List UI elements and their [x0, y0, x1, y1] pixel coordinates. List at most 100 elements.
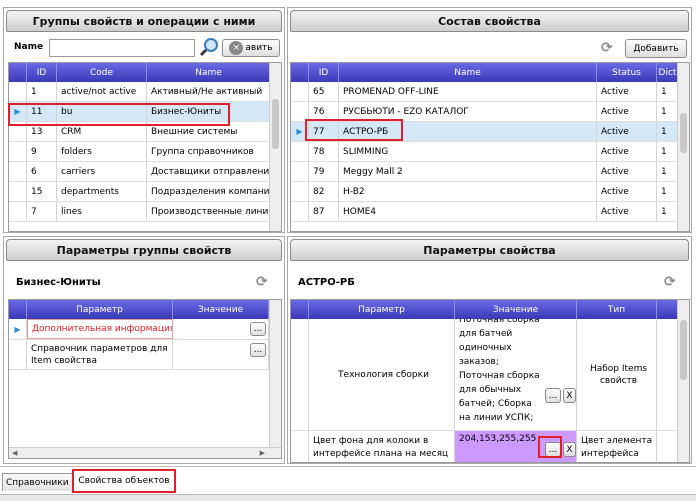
cell-name: Доставщики отправлений — [147, 162, 271, 181]
cell-status: Active — [597, 102, 657, 121]
refresh-icon[interactable]: ⟳ — [256, 274, 268, 290]
row-indicator-icon: ▶ — [291, 122, 309, 141]
refresh-icon[interactable]: ⟳ — [601, 40, 613, 56]
cell-status: Active — [597, 122, 657, 141]
property-composition-title: Состав свойства — [290, 10, 689, 32]
clear-value-button[interactable]: X — [563, 388, 576, 403]
param-name: Цвет фона для колоки в интерфейсе плана … — [309, 431, 455, 462]
table-row[interactable]: Технология сборки Поточная сборка для ба… — [291, 319, 689, 431]
indicator-header — [291, 300, 309, 319]
column-name[interactable]: Name — [339, 63, 597, 82]
table-row[interactable]: 1 active/not active Активный/Не активный — [9, 82, 281, 102]
param-name: Справочник параметров для Item свойства — [27, 340, 173, 369]
property-groups-panel: Группы свойств и операции с ними Name × … — [3, 7, 285, 233]
cell-id: 65 — [309, 82, 339, 101]
cell-dict: 1 — [657, 202, 679, 221]
table-row[interactable]: ▶ 77 АСТРО-РБ Active 1 — [291, 122, 689, 142]
cell-code: bu — [57, 102, 147, 121]
table-row[interactable]: 76 РУСБЬЮТИ - EZO КАТАЛОГ Active 1 — [291, 102, 689, 122]
cell-id: 7 — [27, 202, 57, 221]
param-name: Технология сборки — [309, 319, 455, 430]
cell-dict: 1 — [657, 162, 679, 181]
column-type[interactable]: Тип — [577, 300, 657, 319]
cell-id: 77 — [309, 122, 339, 141]
cell-code: carriers — [57, 162, 147, 181]
group-params-panel: Параметры группы свойств Бизнес-Юниты ⟳ … — [3, 236, 285, 464]
column-param[interactable]: Параметр — [27, 300, 173, 319]
row-indicator — [9, 202, 27, 221]
items-grid-header: ID Name Status Dict — [291, 63, 689, 82]
group-params-scrollbar[interactable] — [269, 300, 281, 447]
tab-references[interactable]: Справочники — [2, 473, 74, 491]
cell-status: Active — [597, 162, 657, 181]
groups-scrollbar[interactable] — [269, 63, 281, 231]
row-indicator — [291, 319, 309, 430]
cell-name: Производственные линии — [147, 202, 271, 221]
cell-dict: 1 — [657, 182, 679, 201]
edit-value-button[interactable]: ... — [250, 322, 266, 336]
cell-name: Подразделения компании — [147, 182, 271, 201]
edit-color-button[interactable]: ... — [545, 442, 561, 457]
table-row[interactable]: ▶ Дополнительная информация ... — [9, 319, 281, 340]
table-row[interactable]: 15 departments Подразделения компании — [9, 182, 281, 202]
column-dict[interactable]: Dict — [657, 63, 679, 82]
cell-name: Внешние системы — [147, 122, 271, 141]
indicator-header — [9, 300, 27, 319]
cell-code: active/not active — [57, 82, 147, 101]
column-status[interactable]: Status — [597, 63, 657, 82]
search-icon[interactable] — [199, 37, 220, 57]
tab-object-properties[interactable]: Свойства объектов — [72, 469, 176, 493]
param-value[interactable]: Поточная сборка для батчей одиночных зак… — [455, 319, 577, 430]
table-row[interactable]: 13 CRM Внешние системы — [9, 122, 281, 142]
indicator-header — [9, 63, 27, 82]
column-value[interactable]: Значение — [455, 300, 577, 319]
refresh-icon[interactable]: ⟳ — [664, 274, 676, 290]
column-id[interactable]: ID — [309, 63, 339, 82]
property-params-panel: Параметры свойства АСТРО-РБ ⟳ Параметр З… — [287, 236, 692, 464]
table-row[interactable]: 78 SLIMMING Active 1 — [291, 142, 689, 162]
column-id[interactable]: ID — [27, 63, 57, 82]
clear-color-button[interactable]: X — [563, 442, 576, 457]
name-search-input[interactable] — [49, 39, 195, 57]
items-scrollbar[interactable] — [677, 63, 689, 231]
cell-name: Группа справочников — [147, 142, 271, 161]
table-row[interactable]: 65 PROMENAD OFF-LINE Active 1 — [291, 82, 689, 102]
table-row[interactable]: 87 HOME4 Active 1 — [291, 202, 689, 222]
row-indicator — [9, 340, 27, 369]
cell-name: SLIMMING — [339, 142, 597, 161]
property-params-scrollbar[interactable] — [677, 300, 689, 462]
table-row[interactable]: 79 Meggy Mall 2 Active 1 — [291, 162, 689, 182]
cell-id: 1 — [27, 82, 57, 101]
column-name[interactable]: Name — [147, 63, 271, 82]
column-value[interactable]: Значение — [173, 300, 269, 319]
property-items-grid: ID Name Status Dict 65 PROMENAD OFF-LINE A… — [290, 62, 690, 232]
table-row[interactable]: 7 lines Производственные линии — [9, 202, 281, 222]
group-params-hscroll[interactable]: ◀ ▶ — [9, 447, 281, 458]
cell-id: 76 — [309, 102, 339, 121]
add-group-label: авить — [245, 43, 273, 53]
cell-status: Active — [597, 182, 657, 201]
param-name: Дополнительная информация — [27, 319, 173, 339]
groups-grid-header: ID Code Name — [9, 63, 281, 82]
row-indicator — [9, 162, 27, 181]
column-code[interactable]: Code — [57, 63, 147, 82]
table-row[interactable]: 6 carriers Доставщики отправлений — [9, 162, 281, 182]
group-params-grid: Параметр Значение ▶ Дополнительная инфор… — [8, 299, 282, 459]
param-value[interactable]: ... — [173, 340, 269, 369]
column-param[interactable]: Параметр — [309, 300, 455, 319]
table-row[interactable]: Цвет фона для колоки в интерфейсе плана … — [291, 431, 689, 462]
cell-id: 15 — [27, 182, 57, 201]
param-value[interactable]: ... — [173, 319, 269, 339]
table-row[interactable]: Справочник параметров для Item свойства … — [9, 340, 281, 370]
add-group-button[interactable]: × авить — [222, 39, 280, 57]
property-params-grid: Параметр Значение Тип Технология сборки … — [290, 299, 690, 463]
cell-status: Active — [597, 202, 657, 221]
table-row[interactable]: 82 H-B2 Active 1 — [291, 182, 689, 202]
add-item-button[interactable]: Добавить — [625, 39, 687, 58]
table-row[interactable]: 9 folders Группа справочников — [9, 142, 281, 162]
edit-value-button[interactable]: ... — [250, 343, 266, 357]
cell-id: 11 — [27, 102, 57, 121]
edit-value-button[interactable]: ... — [545, 388, 561, 403]
table-row[interactable]: ▶ 11 bu Бизнес-Юниты — [9, 102, 281, 122]
cell-code: lines — [57, 202, 147, 221]
